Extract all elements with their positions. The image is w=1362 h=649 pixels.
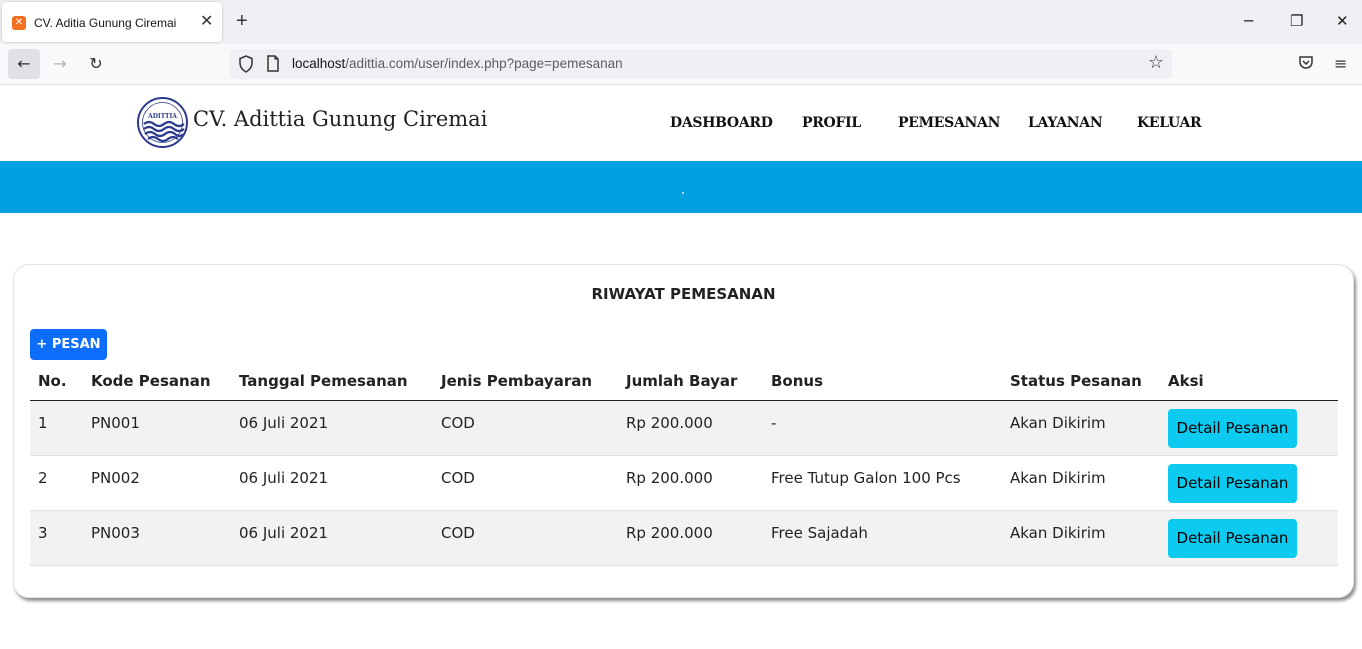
cell-bonus: Free Tutup Galon 100 Pcs	[763, 455, 1002, 511]
hero-banner	[0, 161, 1362, 213]
back-arrow-icon[interactable]: ←	[8, 49, 40, 79]
cell-jenis: COD	[433, 455, 618, 511]
new-tab-icon[interactable]: +	[236, 11, 248, 31]
col-header-kode: Kode Pesanan	[83, 363, 231, 401]
nav-keluar[interactable]: KELUAR	[1137, 115, 1202, 131]
banner-dot	[682, 192, 684, 194]
hamburger-menu-icon[interactable]: ≡	[1334, 54, 1347, 74]
col-header-jenis: Jenis Pembayaran	[433, 363, 618, 401]
logo-wave-icon: ADITTIA	[142, 102, 185, 143]
restore-icon[interactable]: ❐	[1290, 12, 1303, 30]
reload-icon[interactable]: ↻	[80, 49, 112, 79]
cell-status: Akan Dikirim	[1002, 400, 1160, 456]
col-header-jumlah: Jumlah Bayar	[618, 363, 763, 401]
shield-icon[interactable]	[238, 55, 254, 73]
browser-nav-bar: ← → ↻ localhost/adittia.com/user/index.p…	[0, 44, 1362, 85]
order-table: No. Kode Pesanan Tanggal Pemesanan Jenis…	[30, 363, 1338, 566]
cell-jumlah: Rp 200.000	[618, 455, 763, 511]
nav-dashboard[interactable]: DASHBOARD	[670, 115, 773, 131]
browser-tab[interactable]: ✕ CV. Aditia Gunung Ciremai ✕	[2, 2, 222, 42]
browser-tab-bar: ✕ CV. Aditia Gunung Ciremai ✕ + ─ ❐ ✕	[0, 0, 1362, 44]
bookmark-star-icon[interactable]: ☆	[1148, 53, 1164, 73]
cell-bonus: Free Sajadah	[763, 510, 1002, 566]
col-header-status: Status Pesanan	[1002, 363, 1160, 401]
minimize-icon[interactable]: ─	[1244, 12, 1253, 30]
forward-arrow-icon[interactable]: →	[44, 49, 76, 79]
cell-kode: PN001	[83, 400, 231, 456]
page-icon[interactable]	[266, 55, 280, 72]
cell-no: 1	[30, 400, 83, 456]
tab-title: CV. Aditia Gunung Ciremai	[34, 16, 177, 30]
cell-status: Akan Dikirim	[1002, 455, 1160, 511]
order-history-card: RIWAYAT PEMESANAN + PESAN No. Kode Pesan…	[13, 264, 1354, 598]
cell-tanggal: 06 Juli 2021	[231, 510, 433, 566]
cell-status: Akan Dikirim	[1002, 510, 1160, 566]
add-order-button[interactable]: + PESAN	[30, 329, 107, 360]
cell-jenis: COD	[433, 400, 618, 456]
cell-aksi: Detail Pesanan	[1160, 510, 1338, 566]
table-row: 1 PN001 06 Juli 2021 COD Rp 200.000 - Ak…	[30, 400, 1338, 456]
detail-order-button[interactable]: Detail Pesanan	[1168, 408, 1297, 448]
table-header-row: No. Kode Pesanan Tanggal Pemesanan Jenis…	[30, 363, 1338, 401]
card-title: RIWAYAT PEMESANAN	[591, 285, 776, 303]
cell-no: 3	[30, 510, 83, 566]
cell-no: 2	[30, 455, 83, 511]
cell-kode: PN002	[83, 455, 231, 511]
table-row: 2 PN002 06 Juli 2021 COD Rp 200.000 Free…	[30, 455, 1338, 511]
nav-pemesanan[interactable]: PEMESANAN	[898, 115, 1000, 131]
close-tab-icon[interactable]: ✕	[200, 13, 213, 29]
url-text[interactable]: localhost/adittia.com/user/index.php?pag…	[292, 56, 623, 71]
nav-profil[interactable]: PROFIL	[802, 115, 861, 131]
url-bar[interactable]: localhost/adittia.com/user/index.php?pag…	[230, 49, 1172, 79]
table-row: 3 PN003 06 Juli 2021 COD Rp 200.000 Free…	[30, 510, 1338, 566]
cell-aksi: Detail Pesanan	[1160, 455, 1338, 511]
cell-jumlah: Rp 200.000	[618, 400, 763, 456]
cell-tanggal: 06 Juli 2021	[231, 455, 433, 511]
detail-order-button[interactable]: Detail Pesanan	[1168, 518, 1297, 558]
col-header-aksi: Aksi	[1160, 363, 1338, 401]
detail-order-button[interactable]: Detail Pesanan	[1168, 463, 1297, 503]
cell-kode: PN003	[83, 510, 231, 566]
cell-bonus: -	[763, 400, 1002, 456]
company-logo[interactable]: ADITTIA	[137, 97, 188, 148]
col-header-tanggal: Tanggal Pemesanan	[231, 363, 433, 401]
logo-text: ADITTIA	[147, 113, 177, 120]
pocket-icon[interactable]	[1298, 54, 1314, 70]
xampp-favicon-icon: ✕	[12, 16, 26, 30]
cell-aksi: Detail Pesanan	[1160, 400, 1338, 456]
close-window-icon[interactable]: ✕	[1336, 12, 1349, 30]
cell-jumlah: Rp 200.000	[618, 510, 763, 566]
nav-layanan[interactable]: LAYANAN	[1028, 115, 1103, 131]
col-header-bonus: Bonus	[763, 363, 1002, 401]
cell-tanggal: 06 Juli 2021	[231, 400, 433, 456]
cell-jenis: COD	[433, 510, 618, 566]
site-header: ADITTIA CV. Adittia Gunung Ciremai DASHB…	[0, 85, 1362, 161]
brand-name[interactable]: CV. Adittia Gunung Ciremai	[193, 107, 487, 131]
col-header-no: No.	[30, 363, 83, 401]
